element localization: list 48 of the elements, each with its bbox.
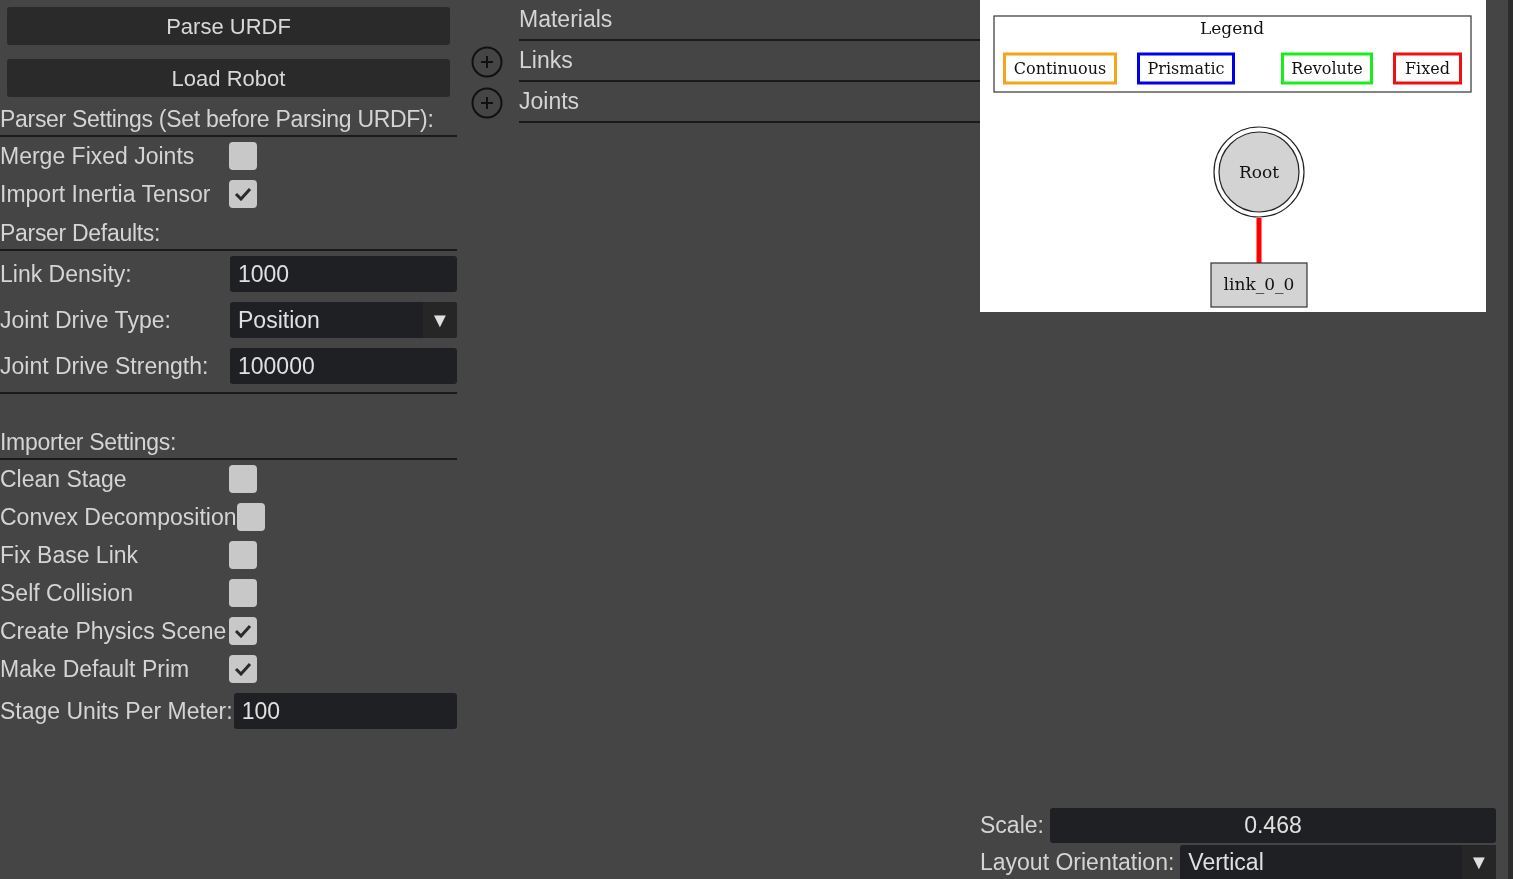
- check-icon: [234, 624, 252, 638]
- legend-label: Revolute: [1291, 59, 1363, 78]
- dropdown[interactable]: Vertical ▼: [1180, 845, 1496, 879]
- field-label: Layout Orientation:: [980, 847, 1175, 877]
- checkbox[interactable]: [229, 617, 257, 645]
- section-heading: Importer Settings:: [0, 429, 177, 455]
- checkbox-label: Fix Base Link: [0, 540, 140, 570]
- node-label: link_0_0: [1223, 274, 1295, 294]
- checkbox-label: Convex Decomposition: [0, 502, 237, 532]
- legend-label: Fixed: [1405, 59, 1450, 78]
- legend-label: Prismatic: [1147, 59, 1225, 78]
- field-label: Stage Units Per Meter:: [0, 696, 233, 726]
- checkbox-label: Clean Stage: [0, 464, 128, 494]
- checkbox-label: Create Physics Scene: [0, 616, 228, 646]
- field-label: Joint Drive Type:: [0, 305, 172, 335]
- checkbox[interactable]: [229, 579, 257, 607]
- checkbox[interactable]: [229, 541, 257, 569]
- checkbox-label: Import Inertia Tensor: [0, 179, 212, 209]
- number-field[interactable]: 0.468: [1049, 808, 1496, 843]
- field-label: Link Density:: [0, 259, 133, 289]
- checkbox[interactable]: [229, 465, 257, 493]
- button[interactable]: Parse URDF: [7, 7, 450, 45]
- field-label: Scale:: [980, 811, 1044, 841]
- expand-plus-icon[interactable]: [471, 86, 503, 119]
- checkbox-label: Make Default Prim: [0, 654, 191, 684]
- checkbox[interactable]: [229, 142, 257, 170]
- node-label: Root: [1238, 162, 1280, 182]
- checkbox[interactable]: [229, 655, 257, 683]
- input-field[interactable]: 100000: [230, 348, 457, 384]
- field-label: Joint Drive Strength:: [0, 351, 210, 381]
- section-heading: Parser Settings (Set before Parsing URDF):: [0, 106, 434, 132]
- checkbox-label: Merge Fixed Joints: [0, 141, 196, 171]
- checkbox-label: Self Collision: [0, 578, 134, 608]
- checkbox[interactable]: [229, 180, 257, 208]
- button[interactable]: Load Robot: [7, 59, 450, 97]
- expand-plus-icon[interactable]: [471, 45, 503, 78]
- input-field[interactable]: 1000: [230, 256, 457, 292]
- check-icon: [234, 187, 252, 201]
- tree-item[interactable]: Links: [519, 43, 573, 78]
- legend-label: Continuous: [1013, 59, 1107, 78]
- legend-title: Legend: [1199, 18, 1265, 38]
- tree-item[interactable]: Joints: [519, 84, 580, 119]
- dropdown[interactable]: Position ▼: [230, 302, 457, 338]
- checkbox[interactable]: [236, 503, 265, 531]
- tree-item[interactable]: Materials: [519, 2, 613, 37]
- check-icon: [234, 662, 252, 676]
- section-heading: Parser Defaults:: [0, 220, 161, 246]
- input-field[interactable]: 100: [233, 693, 457, 729]
